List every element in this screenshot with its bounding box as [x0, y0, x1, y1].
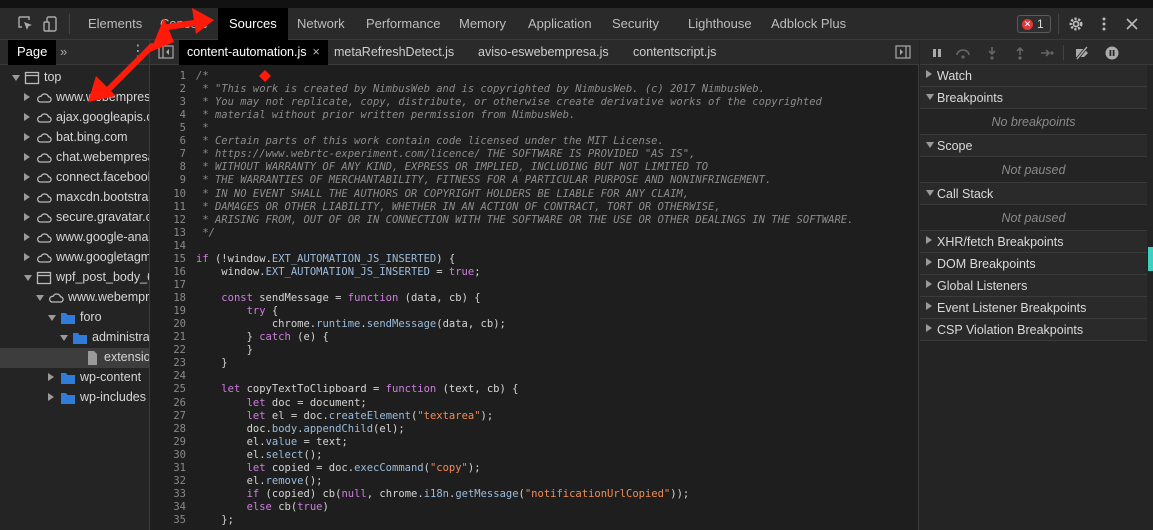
arrow-tail-blob	[150, 18, 174, 52]
annotation-arrows	[88, 8, 271, 102]
annotation-dot	[259, 70, 271, 82]
arrow-to-navigator	[105, 43, 155, 93]
arrow-head-sources	[192, 8, 214, 34]
